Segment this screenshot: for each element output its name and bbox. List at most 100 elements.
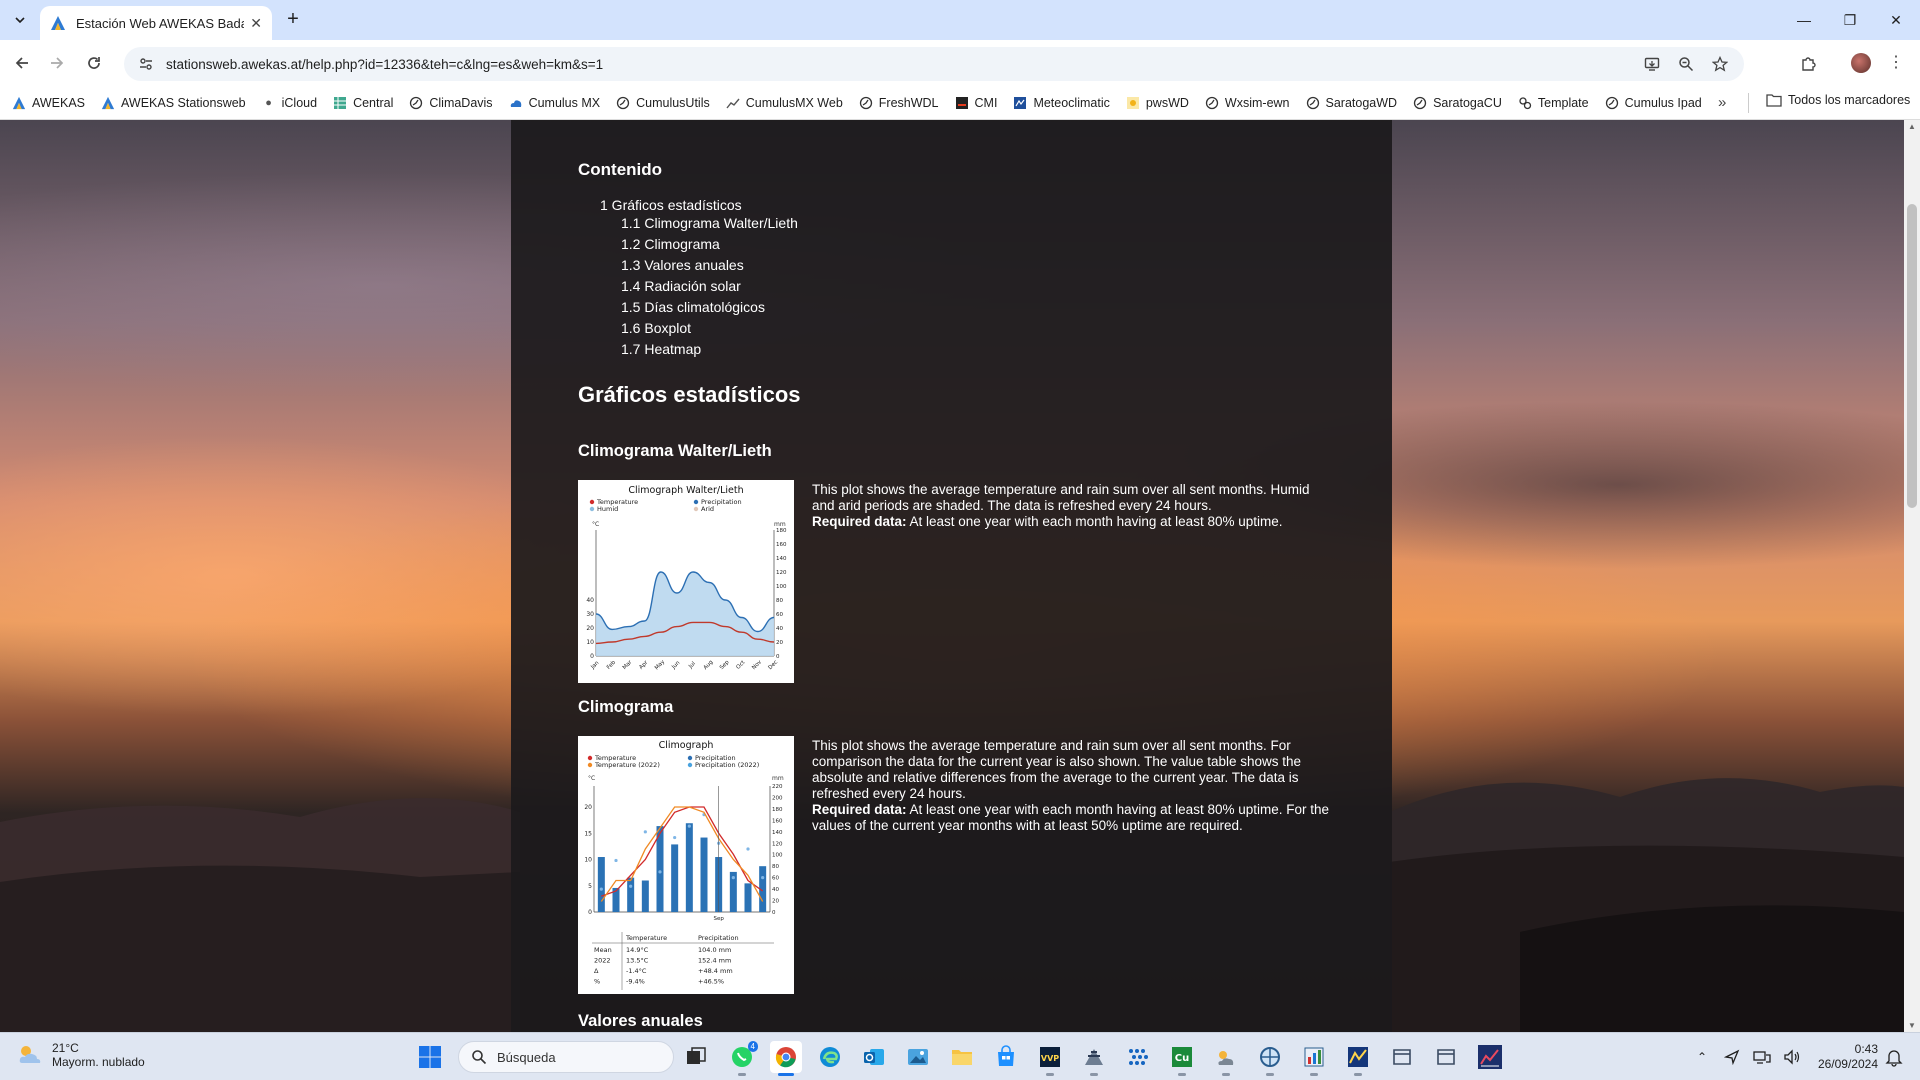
bookmark-cumulus-ipad[interactable]: Cumulus Ipad xyxy=(1605,96,1702,110)
toc-link-climograma[interactable]: 1.2 Climograma xyxy=(621,236,720,252)
precipitation-bar xyxy=(641,880,649,912)
bookmark-icloud[interactable]: ● iCloud xyxy=(262,96,317,110)
install-app-icon[interactable] xyxy=(1642,54,1662,74)
taskbar-dots-app[interactable] xyxy=(1122,1041,1154,1073)
scroll-up-arrow-icon[interactable]: ▲ xyxy=(1908,122,1916,131)
restore-button[interactable]: ❐ xyxy=(1838,8,1862,32)
extensions-button[interactable] xyxy=(1797,51,1821,75)
taskbar-window-b[interactable] xyxy=(1430,1041,1462,1073)
taskbar-cumulus[interactable]: Cu xyxy=(1166,1041,1198,1076)
taskbar-photos[interactable] xyxy=(902,1041,934,1073)
scrollbar-thumb[interactable] xyxy=(1907,204,1917,508)
site-info-icon[interactable] xyxy=(138,56,154,72)
bookmarks-overflow-icon[interactable]: » xyxy=(1718,94,1726,111)
toc-link-heatmap[interactable]: 1.7 Heatmap xyxy=(621,341,701,357)
active-tab[interactable]: Estación Web AWEKAS Badalon ✕ xyxy=(40,6,272,40)
arrow-right-icon xyxy=(51,57,64,69)
taskbar-window-a[interactable] xyxy=(1386,1041,1418,1073)
weather-widget[interactable]: 21°C Mayorm. nublado xyxy=(16,1041,145,1069)
globe-icon xyxy=(616,96,630,110)
bookmark-awekas[interactable]: AWEKAS xyxy=(12,96,85,110)
toc-link-boxplot[interactable]: 1.6 Boxplot xyxy=(621,320,691,336)
bookmark-saratogacu[interactable]: SaratogaCU xyxy=(1413,96,1502,110)
page-scrollbar[interactable]: ▲ ▼ xyxy=(1904,120,1920,1032)
toc-link-valores-anuales[interactable]: 1.3 Valores anuales xyxy=(621,257,744,273)
toc-link-dias-climatologicos[interactable]: 1.5 Días climatológicos xyxy=(621,299,765,315)
table-cell: 2022 xyxy=(594,957,611,965)
bookmark-template[interactable]: Template xyxy=(1518,96,1589,110)
right-tick-label: 80 xyxy=(776,598,783,604)
browser-menu-button[interactable]: ⋮ xyxy=(1888,51,1904,75)
scroll-down-arrow-icon[interactable]: ▼ xyxy=(1908,1021,1916,1030)
running-indicator xyxy=(1178,1073,1186,1076)
bookmark-pwswd[interactable]: pwsWD xyxy=(1126,96,1189,110)
forward-button[interactable] xyxy=(45,51,69,75)
taskbar-chrome[interactable] xyxy=(770,1041,802,1076)
precipitation-bar xyxy=(597,857,605,912)
sun-icon xyxy=(1126,96,1140,110)
volume-icon[interactable] xyxy=(1780,1045,1804,1069)
location-icon[interactable] xyxy=(1720,1045,1744,1069)
bookmark-climadavis[interactable]: ClimaDavis xyxy=(409,96,493,110)
table-cell: % xyxy=(594,978,600,986)
taskbar-whatsapp[interactable]: 4 xyxy=(726,1041,758,1076)
bookmark-freshwdl[interactable]: FreshWDL xyxy=(859,96,939,110)
tab-search-button[interactable] xyxy=(8,8,32,32)
table-cell: 14.9°C xyxy=(626,946,649,954)
running-indicator xyxy=(1354,1073,1362,1076)
taskbar-outlook[interactable] xyxy=(858,1041,890,1073)
chevron-up-icon[interactable]: ⌃ xyxy=(1690,1045,1714,1069)
toc-link-graficos[interactable]: 1 Gráficos estadísticos xyxy=(600,197,742,213)
taskbar-store[interactable] xyxy=(990,1041,1022,1073)
profile-avatar[interactable] xyxy=(1851,53,1871,73)
bookmark-cumulusmx-web[interactable]: CumulusMX Web xyxy=(726,96,843,110)
bookmark-cmi[interactable]: CMI xyxy=(955,96,997,110)
taskbar-task-view[interactable] xyxy=(680,1041,712,1073)
bookmark-cumulusutils[interactable]: CumulusUtils xyxy=(616,96,710,110)
bookmark-meteoclimatic[interactable]: Meteoclimatic xyxy=(1013,96,1110,110)
bookmark-cumulus-mx[interactable]: Cumulus MX xyxy=(509,96,600,110)
toc-link-radiacion-solar[interactable]: 1.4 Radiación solar xyxy=(621,278,741,294)
taskbar-search-box[interactable]: Búsqueda xyxy=(458,1041,674,1073)
new-tab-button[interactable]: + xyxy=(282,9,304,31)
walter-lieth-description: This plot shows the average temperature … xyxy=(812,482,1332,530)
legend-label: Precipitation (2022) xyxy=(695,761,759,769)
bookmark-wxsim-ewn[interactable]: Wxsim-ewn xyxy=(1205,96,1290,110)
taskbar-chart-app[interactable] xyxy=(1474,1041,1506,1073)
legend-marker xyxy=(687,762,693,768)
taskbar-globe-app[interactable] xyxy=(1254,1041,1286,1076)
address-bar[interactable]: stationsweb.awekas.at/help.php?id=12336&… xyxy=(124,47,1744,81)
bookmark-central[interactable]: Central xyxy=(333,96,393,110)
taskbar-map-app[interactable] xyxy=(1342,1041,1374,1076)
running-indicator xyxy=(1222,1073,1230,1076)
taskbar-weather-app[interactable] xyxy=(1078,1041,1110,1076)
toc-link-walter-lieth[interactable]: 1.1 Climograma Walter/Lieth xyxy=(621,215,798,231)
right-tick-label: 200 xyxy=(772,795,783,801)
right-tick-label: 20 xyxy=(772,899,779,905)
bookmark-awekas-stationsweb[interactable]: AWEKAS Stationsweb xyxy=(101,96,246,110)
bookmark-star-icon[interactable] xyxy=(1710,54,1730,74)
bookmark-saratogawd[interactable]: SaratogaWD xyxy=(1306,96,1397,110)
windows-start-icon[interactable] xyxy=(418,1045,442,1069)
close-window-button[interactable]: ✕ xyxy=(1884,8,1908,32)
taskbar-clock[interactable]: 0:43 26/09/2024 xyxy=(1810,1042,1878,1072)
taskbar-edge[interactable] xyxy=(814,1041,846,1073)
chart-legend: Temperature PrecipitationHumid Arid xyxy=(589,498,742,513)
right-axis-unit: mm xyxy=(774,521,786,528)
reload-button[interactable] xyxy=(82,51,106,75)
zoom-icon[interactable] xyxy=(1676,54,1696,74)
back-button[interactable] xyxy=(10,51,34,75)
all-bookmarks-button[interactable]: Todos los marcadores xyxy=(1766,93,1910,107)
minimize-button[interactable]: — xyxy=(1792,8,1816,32)
taskbar-climate-app[interactable] xyxy=(1298,1041,1330,1076)
taskbar-file-explorer[interactable] xyxy=(946,1041,978,1073)
x-highlight-label: Sep xyxy=(713,916,724,922)
taskbar-weather-display[interactable] xyxy=(1210,1041,1242,1076)
notification-bell-icon[interactable] xyxy=(1884,1047,1904,1067)
tab-close-icon[interactable]: ✕ xyxy=(250,15,262,32)
right-tick-label: 140 xyxy=(776,556,787,562)
precipitation-2022-point xyxy=(761,876,765,880)
taskbar-vvp[interactable]: VVP xyxy=(1034,1041,1066,1076)
network-icon[interactable] xyxy=(1750,1045,1774,1069)
url-text[interactable]: stationsweb.awekas.at/help.php?id=12336&… xyxy=(166,57,1628,72)
